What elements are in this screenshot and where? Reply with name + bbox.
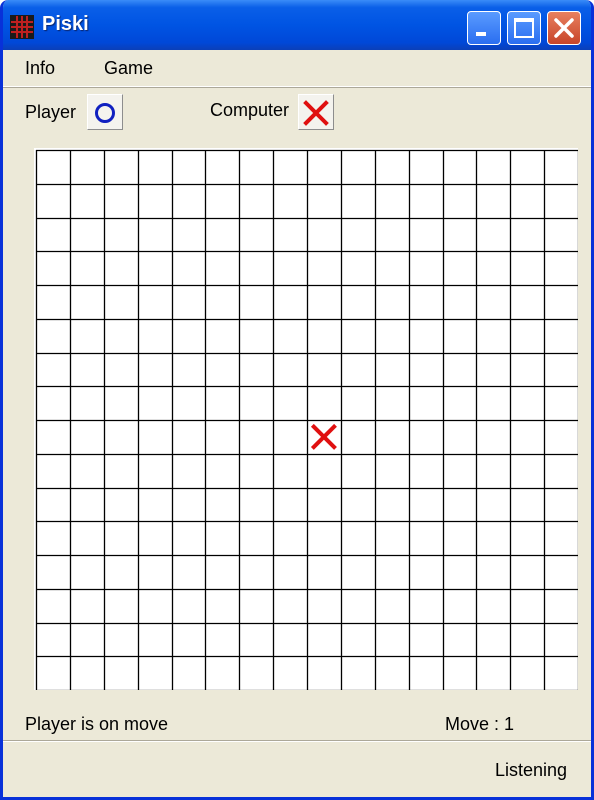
computer-label: Computer (210, 100, 290, 120)
maximize-icon (514, 18, 534, 38)
menu-game[interactable]: Game (104, 58, 153, 79)
grid-lines (35, 149, 578, 690)
player-label: Player (25, 102, 77, 122)
o-mark-icon (95, 103, 115, 123)
grid-app-icon (10, 15, 34, 39)
app-window: Piski Info Game Player Computer Player i… (0, 0, 594, 800)
minimize-button[interactable] (467, 11, 501, 45)
menu-bar: Info Game (3, 50, 591, 87)
maximize-button[interactable] (507, 11, 541, 45)
close-icon (554, 18, 574, 38)
close-button[interactable] (547, 11, 581, 45)
title-bar[interactable]: Piski (3, 0, 591, 50)
x-mark-icon (303, 100, 329, 126)
move-counter: Move : 1 (445, 714, 515, 734)
turn-status: Player is on move (25, 714, 169, 734)
connection-status: Listening (495, 760, 568, 780)
minimize-icon (476, 32, 486, 36)
computer-symbol-button[interactable] (298, 94, 334, 130)
status-separator (3, 740, 591, 742)
game-board[interactable] (34, 148, 578, 690)
board-grid[interactable] (34, 148, 578, 690)
window-title: Piski (42, 13, 89, 35)
player-symbol-button[interactable] (87, 94, 123, 130)
x-mark (310, 423, 337, 450)
menu-info[interactable]: Info (25, 58, 55, 79)
